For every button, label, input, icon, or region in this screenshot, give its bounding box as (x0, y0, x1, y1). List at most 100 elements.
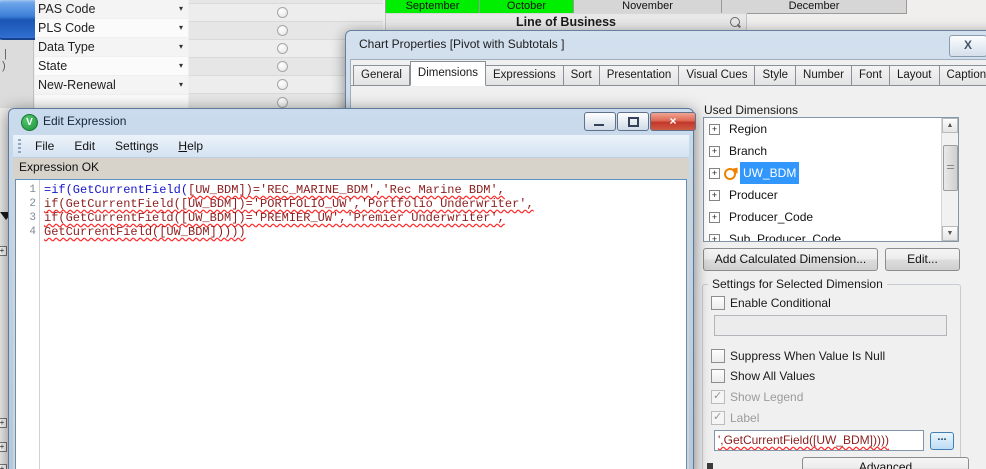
dimension-label: Producer (729, 188, 778, 202)
checkbox-label: Show All Values (730, 369, 816, 383)
tab-style[interactable]: Style (755, 65, 797, 86)
filter-item-label: State (38, 59, 68, 73)
checkbox-label: Show Legend (730, 390, 804, 404)
radio-cycle-button[interactable] (277, 43, 288, 54)
month-cell[interactable]: November (574, 0, 722, 14)
menu-edit[interactable]: Edit (64, 135, 105, 157)
tree-expander-icon[interactable]: + (0, 442, 7, 452)
dimension-label: Producer_Code (729, 210, 814, 224)
tab-expressions[interactable]: Expressions (486, 65, 564, 86)
chevron-down-icon[interactable]: ▾ (179, 57, 183, 75)
dimension-list-item[interactable]: + Sub_Producer_Code (704, 228, 958, 241)
dimension-label: UW_BDM (740, 162, 800, 184)
tab-general[interactable]: General (353, 65, 410, 86)
settings-groupbox-title: Settings for Selected Dimension (708, 277, 887, 291)
dimension-label: Branch (729, 144, 768, 158)
filter-list-item[interactable]: State ▾ (35, 57, 188, 76)
checkbox-label: Suppress When Value Is Null (730, 349, 886, 363)
add-calculated-dimension-button[interactable]: Add Calculated Dimension... (703, 248, 878, 271)
dimension-label: Region (729, 122, 768, 136)
toolbar-drag-handle-icon[interactable] (18, 139, 21, 153)
filter-list-item[interactable]: Data Type ▾ (35, 38, 188, 57)
label-expression-input[interactable]: ',GetCurrentField([UW_BDM])))) (714, 430, 924, 451)
menu-file[interactable]: File (25, 135, 64, 157)
expression-text[interactable]: =if(GetCurrentField([UW_BDM])='REC_MARIN… (40, 180, 686, 469)
tab-layout[interactable]: Layout (889, 65, 940, 86)
menu-settings[interactable]: Settings (105, 135, 168, 157)
line-number: 3 (29, 212, 36, 224)
radio-cycle-button[interactable] (277, 25, 288, 36)
checkbox-label: Label (730, 411, 760, 425)
tab-visual-cues[interactable]: Visual Cues (679, 65, 756, 86)
checkbox-box[interactable] (711, 369, 725, 383)
chevron-down-icon[interactable]: ▾ (179, 0, 183, 18)
ellipsis-button[interactable]: ... (930, 432, 954, 450)
chevron-down-icon[interactable]: ▾ (179, 38, 183, 56)
tab-strip: General Dimensions Expressions Sort Presenta… (353, 61, 986, 86)
close-icon[interactable]: × (650, 112, 696, 131)
scroll-up-icon[interactable]: ▲ (942, 118, 958, 133)
dimension-list-item[interactable]: + Branch (704, 140, 958, 162)
tree-expander-icon[interactable]: + (0, 418, 7, 428)
filter-list-item[interactable]: New-Renewal ▾ (35, 76, 188, 95)
tab-presentation[interactable]: Presentation (599, 65, 680, 86)
maximize-icon[interactable] (617, 112, 649, 131)
checkbox-box[interactable] (711, 296, 725, 310)
scrollbar-thumb[interactable] (943, 145, 958, 191)
tab-dimensions[interactable]: Dimensions (409, 61, 486, 86)
tree-expander-icon[interactable]: + (709, 212, 720, 223)
radio-cycle-button[interactable] (277, 79, 288, 90)
month-cell[interactable]: September (386, 0, 480, 14)
code-segment: if(GetCurrentField([UW_BDM])='PORTFOLIO_… (44, 197, 534, 211)
scrollbar[interactable]: ▲ ▼ (941, 118, 958, 241)
search-icon[interactable] (730, 17, 740, 27)
tab-font[interactable]: Font (851, 65, 890, 86)
radio-cycle-button[interactable] (277, 97, 288, 108)
code-line: if(GetCurrentField([UW_BDM])='PORTFOLIO_… (44, 197, 686, 211)
radio-cycle-button[interactable] (277, 61, 288, 72)
checkbox-box[interactable] (711, 349, 725, 363)
checkbox-box (711, 410, 725, 425)
dimension-list-item[interactable]: + Producer_Code (704, 206, 958, 228)
code-segment: =if(GetCurrentField( (44, 183, 189, 197)
menu-help[interactable]: Help (168, 135, 213, 157)
tab-caption[interactable]: Caption (939, 65, 986, 86)
tree-expander-icon[interactable]: + (709, 124, 720, 135)
clipped-text-fragment: | (4, 48, 7, 60)
dimension-list-item[interactable]: + Producer (704, 184, 958, 206)
filter-item-label: PAS Code (38, 2, 96, 16)
line-number: 2 (29, 198, 36, 210)
checkbox-label: Enable Conditional (730, 296, 831, 310)
chart-header-title: Line of Business (515, 15, 617, 29)
code-line: if(GetCurrentField([UW_BDM])='PREMIER_UW… (44, 211, 686, 225)
close-icon[interactable]: X (949, 35, 986, 57)
expression-editor[interactable]: 1 2 3 4 =if(GetCurrentField([UW_BDM])='REC_… (15, 179, 687, 469)
tree-expander-icon[interactable]: + (709, 234, 720, 241)
minimize-icon[interactable] (584, 112, 616, 131)
clipped-text-fragment: ) (2, 60, 6, 72)
month-cell[interactable]: December (722, 0, 907, 14)
chevron-down-icon[interactable]: ▾ (179, 76, 183, 94)
tree-expander-icon[interactable]: + (0, 464, 7, 469)
dimension-list-item[interactable]: + UW_BDM (704, 162, 958, 184)
month-header-row: September October November December (385, 0, 907, 14)
advanced-button[interactable]: Advanced (802, 457, 969, 469)
tree-expander-icon[interactable]: + (0, 246, 7, 256)
scroll-down-icon[interactable]: ▼ (942, 226, 958, 241)
code-segment: GetCurrentField([UW_BDM])))) (44, 225, 246, 239)
settings-groupbox: Settings for Selected Dimension Enable C… (702, 277, 969, 469)
month-cell[interactable]: October (480, 0, 574, 14)
dimension-list-item[interactable]: + Region (704, 118, 958, 140)
edit-button[interactable]: Edit... (885, 248, 960, 271)
filter-list-item[interactable]: PAS Code ▾ (35, 0, 188, 19)
value-row (189, 4, 383, 22)
radio-cycle-button[interactable] (277, 7, 288, 18)
tab-sort[interactable]: Sort (563, 65, 600, 86)
tree-expander-icon[interactable]: + (709, 190, 720, 201)
used-dimensions-label: Used Dimensions (704, 103, 799, 117)
filter-list-item[interactable]: PLS Code ▾ (35, 19, 188, 38)
chevron-down-icon[interactable]: ▾ (179, 19, 183, 37)
tree-expander-icon[interactable]: + (709, 146, 720, 157)
tab-number[interactable]: Number (796, 65, 852, 86)
tree-expander-icon[interactable]: + (709, 168, 720, 179)
